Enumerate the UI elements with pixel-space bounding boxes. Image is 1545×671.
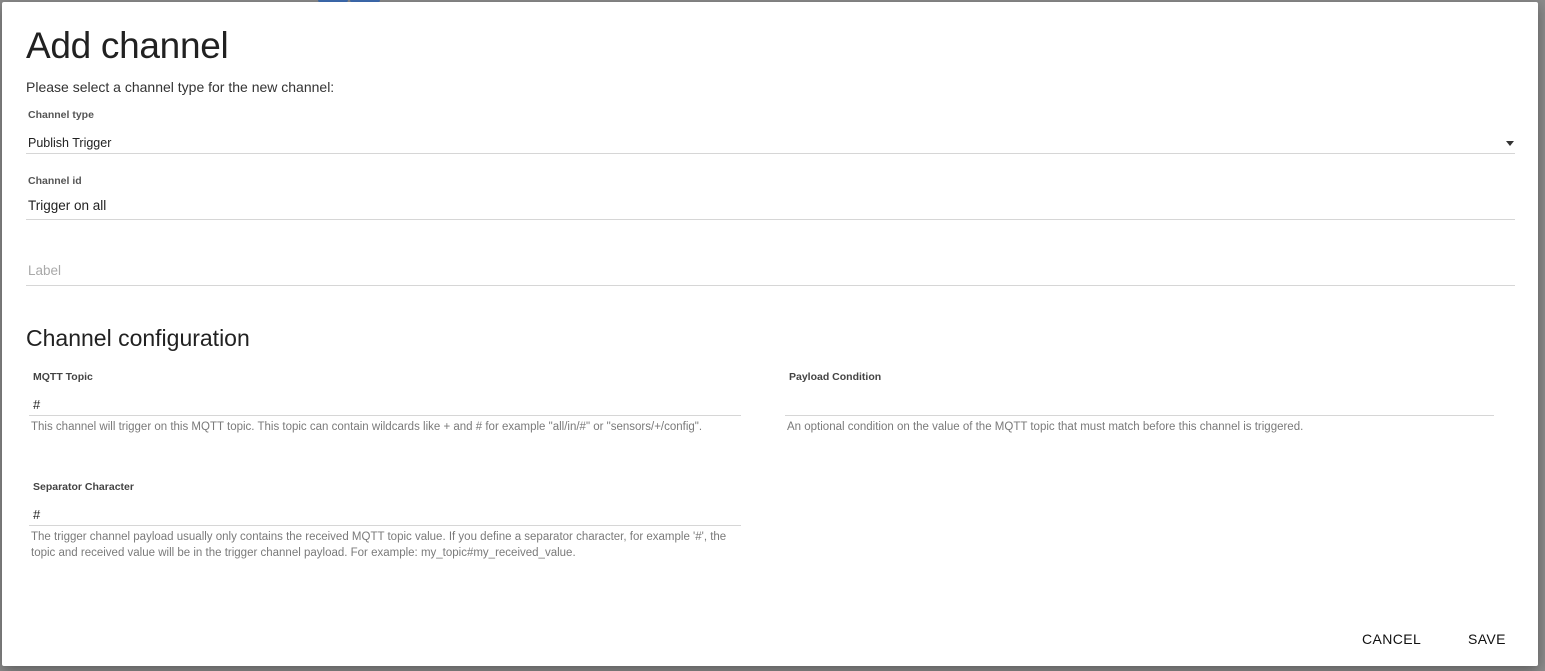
channel-type-value: Publish Trigger <box>28 136 112 150</box>
separator-character-input[interactable]: # <box>29 500 741 526</box>
channel-id-label: Channel id <box>28 175 82 187</box>
channel-type-label: Channel type <box>28 109 94 121</box>
separator-character-help: The trigger channel payload usually only… <box>31 531 727 559</box>
dialog-subtitle: Please select a channel type for the new… <box>26 79 335 95</box>
channel-id-value: Trigger on all <box>28 198 107 213</box>
payload-condition-input[interactable] <box>785 390 1494 416</box>
channel-type-select[interactable]: Channel type Publish Trigger <box>26 106 1515 154</box>
mqtt-topic-value: # <box>33 397 41 412</box>
label-field[interactable]: Label <box>26 238 1515 286</box>
cancel-button[interactable]: Cancel <box>1362 631 1421 647</box>
save-button[interactable]: Save <box>1468 631 1506 647</box>
payload-condition-help: An optional condition on the value of th… <box>787 421 1304 433</box>
add-channel-dialog: Add channel Please select a channel type… <box>2 2 1538 666</box>
mqtt-topic-label: MQTT Topic <box>33 371 93 383</box>
mqtt-topic-input[interactable]: # <box>29 390 741 416</box>
channel-id-field[interactable]: Channel id Trigger on all <box>26 172 1515 220</box>
payload-condition-label: Payload Condition <box>789 371 882 383</box>
dialog-title: Add channel <box>26 25 229 66</box>
channel-configuration-heading: Channel configuration <box>26 325 250 351</box>
separator-character-value: # <box>33 507 41 522</box>
caret-down-icon[interactable] <box>1506 141 1514 146</box>
separator-character-label: Separator Character <box>33 481 134 493</box>
label-placeholder: Label <box>28 263 62 278</box>
mqtt-topic-help: This channel will trigger on this MQTT t… <box>31 421 703 433</box>
